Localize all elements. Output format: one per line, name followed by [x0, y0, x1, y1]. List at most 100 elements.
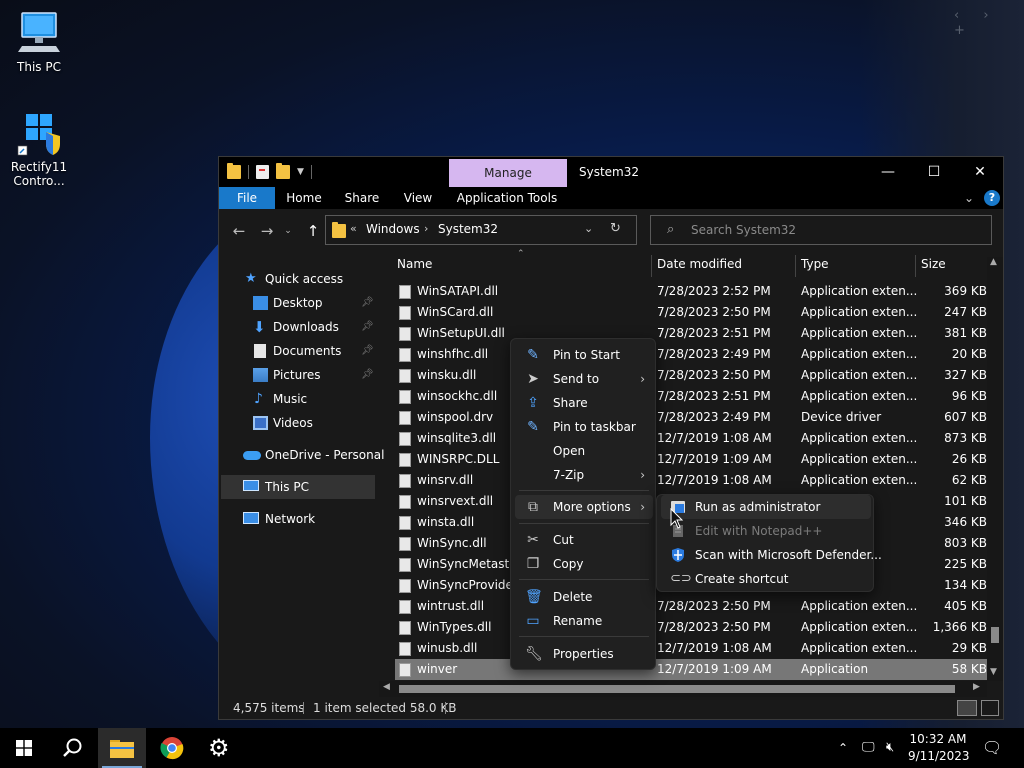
- column-date-modified[interactable]: Date modified: [657, 251, 742, 277]
- file-explorer-taskbar[interactable]: [98, 728, 146, 768]
- menu-cut[interactable]: ✂ Cut: [515, 528, 653, 552]
- menu-pin-to-start[interactable]: ✎ Pin to Start: [515, 343, 653, 367]
- vertical-scrollbar[interactable]: ▲ ▼: [987, 257, 1003, 681]
- new-folder-icon[interactable]: [276, 163, 290, 179]
- submenu-edit-with-notepad[interactable]: Edit with Notepad++: [661, 519, 871, 543]
- tab-view[interactable]: View: [395, 187, 441, 209]
- menu-share[interactable]: ⇪ Share: [515, 391, 653, 415]
- submenu-scan-defender[interactable]: Scan with Microsoft Defender...: [661, 543, 882, 567]
- manage-tab[interactable]: Manage: [449, 159, 567, 187]
- table-row[interactable]: winshfhc.dll 7/28/2023 2:49 PM Application…: [395, 344, 987, 365]
- address-dropdown-icon[interactable]: ⌄: [584, 222, 593, 235]
- menu-properties[interactable]: 🔧︎ Properties: [515, 642, 653, 666]
- table-row[interactable]: winsku.dll 7/28/2023 2:50 PM Application e…: [395, 365, 987, 386]
- chrome-taskbar[interactable]: [148, 728, 196, 768]
- column-divider[interactable]: [651, 255, 652, 277]
- column-size[interactable]: Size: [921, 251, 946, 277]
- large-icons-view-icon[interactable]: [981, 700, 999, 716]
- pin-icon[interactable]: 📌︎: [361, 339, 374, 363]
- start-button[interactable]: [0, 728, 48, 768]
- table-row[interactable]: winver 12/7/2019 1:09 AM Application 58 KB: [395, 659, 987, 680]
- nav-pictures[interactable]: Pictures 📌︎: [219, 363, 379, 387]
- table-row[interactable]: WinSetupUI.dll 7/28/2023 2:51 PM Applicati…: [395, 323, 987, 344]
- search-input[interactable]: ⌕ Search System32: [650, 215, 992, 245]
- table-row[interactable]: winsrv.dll 12/7/2019 1:08 AM Application e…: [395, 470, 987, 491]
- minimize-icon[interactable]: —: [865, 157, 911, 187]
- network-tray-icon[interactable]: 🖵︎: [862, 728, 875, 768]
- breadcrumb-system32[interactable]: System32: [438, 222, 498, 236]
- table-row[interactable]: winsqlite3.dll 12/7/2019 1:08 AM Applicati…: [395, 428, 987, 449]
- scroll-down-icon[interactable]: ▼: [990, 667, 997, 677]
- menu-pin-to-taskbar[interactable]: ✎ Pin to taskbar: [515, 415, 653, 439]
- address-bar[interactable]: « Windows › System32 ⌄ ↻: [325, 215, 637, 245]
- clock[interactable]: 10:32 AM 9/11/2023: [908, 731, 970, 765]
- table-row[interactable]: winspool.drv 7/28/2023 2:49 PM Device driv…: [395, 407, 987, 428]
- table-row[interactable]: winsockhc.dll 7/28/2023 2:51 PM Applicatio…: [395, 386, 987, 407]
- column-divider[interactable]: [915, 255, 916, 277]
- details-view-icon[interactable]: [957, 700, 977, 716]
- horizontal-scrollbar[interactable]: ◀ ▶: [379, 681, 987, 697]
- breadcrumb-separator-icon[interactable]: ›: [424, 222, 428, 235]
- nav-onedrive[interactable]: OneDrive - Personal: [219, 443, 384, 467]
- submenu-create-shortcut[interactable]: ⊂⊃ Create shortcut: [661, 567, 871, 591]
- desktop-icon-this-pc[interactable]: This PC: [4, 10, 74, 74]
- volume-icon[interactable]: 🔇︎: [886, 728, 894, 768]
- back-arrow-icon[interactable]: ←: [227, 219, 251, 243]
- menu-more-options[interactable]: ⧉ More options ›: [515, 495, 653, 519]
- refresh-icon[interactable]: ↻: [610, 221, 621, 236]
- table-row[interactable]: WinTypes.dll 7/28/2023 2:50 PM Application…: [395, 617, 987, 638]
- nav-downloads[interactable]: ⬇ Downloads 📌︎: [219, 315, 379, 339]
- submenu-run-as-administrator[interactable]: Run as administrator: [661, 495, 871, 519]
- properties-icon[interactable]: [256, 165, 269, 179]
- table-row[interactable]: WINSRPC.DLL 12/7/2019 1:09 AM Application …: [395, 449, 987, 470]
- pin-icon[interactable]: 📌︎: [361, 315, 374, 339]
- forward-arrow-icon[interactable]: →: [255, 219, 279, 243]
- chevron-up-icon[interactable]: ⌃: [838, 728, 848, 768]
- overflow-chevron-icon[interactable]: «: [350, 222, 357, 235]
- search-button[interactable]: [48, 728, 96, 768]
- column-name[interactable]: Name: [397, 251, 432, 277]
- pin-icon[interactable]: 📌︎: [361, 363, 374, 387]
- menu-send-to[interactable]: ➤ Send to ›: [515, 367, 653, 391]
- qat-dropdown-icon[interactable]: ▼: [297, 167, 304, 177]
- nav-documents[interactable]: Documents 📌︎: [219, 339, 379, 363]
- scroll-thumb[interactable]: [991, 627, 999, 643]
- desktop-icon-rectify11[interactable]: Rectify11 Contro...: [4, 110, 74, 188]
- table-row[interactable]: WinSCard.dll 7/28/2023 2:50 PM Application…: [395, 302, 987, 323]
- help-icon[interactable]: ?: [984, 190, 1000, 206]
- scroll-up-icon[interactable]: ▲: [990, 257, 997, 267]
- nav-music[interactable]: ♪ Music: [219, 387, 379, 411]
- menu-delete[interactable]: 🗑︎ Delete: [515, 585, 653, 609]
- scroll-right-icon[interactable]: ▶: [973, 682, 980, 692]
- tab-file[interactable]: File: [219, 187, 275, 209]
- notification-icon[interactable]: 🗨︎: [982, 728, 1002, 768]
- menu-rename[interactable]: ▭ Rename: [515, 609, 653, 633]
- nav-network[interactable]: Network: [219, 507, 379, 531]
- ribbon-expand-icon[interactable]: ⌄: [959, 187, 979, 209]
- settings-taskbar[interactable]: ⚙: [196, 728, 244, 768]
- table-row[interactable]: wintrust.dll 7/28/2023 2:50 PM Application…: [395, 596, 987, 617]
- pin-icon[interactable]: 📌︎: [361, 291, 374, 315]
- menu-7zip[interactable]: 7-Zip ›: [515, 463, 653, 487]
- nav-desktop[interactable]: Desktop 📌︎: [219, 291, 379, 315]
- scroll-left-icon[interactable]: ◀: [383, 682, 390, 692]
- tab-share[interactable]: Share: [337, 187, 387, 209]
- column-type[interactable]: Type: [801, 251, 829, 277]
- nav-this-pc[interactable]: This PC: [221, 475, 375, 499]
- hscroll-thumb[interactable]: [399, 685, 955, 693]
- nav-videos[interactable]: Videos: [219, 411, 379, 435]
- recent-dropdown-icon[interactable]: ⌄: [281, 219, 295, 243]
- table-row[interactable]: WinSATAPI.dll 7/28/2023 2:52 PM Applicatio…: [395, 281, 987, 302]
- tab-home[interactable]: Home: [279, 187, 329, 209]
- menu-open[interactable]: Open: [515, 439, 653, 463]
- tab-application-tools[interactable]: Application Tools: [451, 187, 563, 209]
- table-row[interactable]: winusb.dll 12/7/2019 1:08 AM Application e…: [395, 638, 987, 659]
- nav-quick-access[interactable]: ★ Quick access: [219, 267, 379, 291]
- maximize-icon[interactable]: ☐: [911, 157, 957, 187]
- breadcrumb-windows[interactable]: Windows: [366, 222, 420, 236]
- up-arrow-icon[interactable]: ↑: [301, 219, 325, 243]
- shield-windows-icon: [16, 110, 62, 156]
- menu-copy[interactable]: ❐ Copy: [515, 552, 653, 576]
- close-icon[interactable]: ✕: [957, 157, 1003, 187]
- column-divider[interactable]: [795, 255, 796, 277]
